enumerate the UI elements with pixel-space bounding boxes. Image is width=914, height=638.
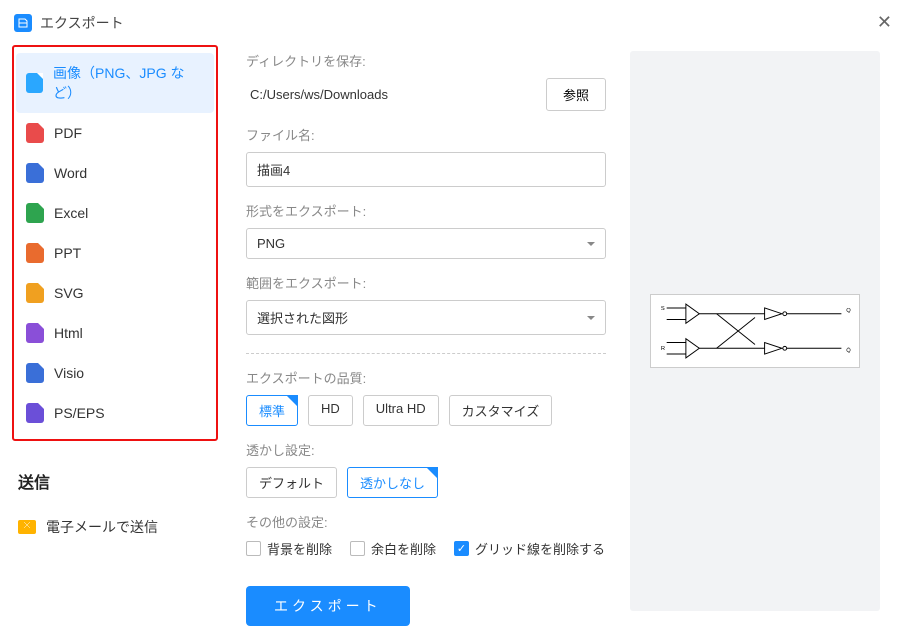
file-icon	[26, 283, 44, 303]
chevron-down-icon	[587, 242, 595, 250]
quality-HD[interactable]: HD	[308, 395, 353, 426]
checkbox-icon: ✓	[454, 541, 469, 556]
svg-text:Q̄: Q̄	[846, 347, 851, 354]
checkbox-icon	[350, 541, 365, 556]
svg-text:Q: Q	[846, 308, 851, 314]
format-item-3[interactable]: Excel	[16, 193, 214, 233]
file-icon	[26, 123, 44, 143]
directory-path: C:/Users/ws/Downloads	[246, 87, 536, 102]
format-item-label: PPT	[54, 245, 81, 261]
range-label: 範囲をエクスポート:	[246, 273, 606, 292]
browse-button[interactable]: 参照	[546, 78, 606, 111]
send-email-label: 電子メールで送信	[46, 517, 158, 537]
close-button[interactable]: ✕	[869, 8, 900, 37]
remove-bg-check[interactable]: 背景を削除	[246, 539, 332, 558]
format-label: 形式をエクスポート:	[246, 201, 606, 220]
format-item-label: SVG	[54, 285, 84, 301]
format-item-label: Html	[54, 325, 83, 341]
separator	[246, 353, 606, 354]
app-icon	[14, 14, 32, 32]
checkbox-icon	[246, 541, 261, 556]
watermark-label: 透かし設定:	[246, 440, 606, 459]
format-item-label: PDF	[54, 125, 82, 141]
format-item-1[interactable]: PDF	[16, 113, 214, 153]
format-item-8[interactable]: PS/EPS	[16, 393, 214, 433]
svg-text:R: R	[661, 346, 665, 352]
format-item-label: Word	[54, 165, 87, 181]
titlebar: エクスポート ✕	[0, 0, 914, 45]
format-item-6[interactable]: Html	[16, 313, 214, 353]
dialog-title: エクスポート	[40, 13, 124, 33]
directory-label: ディレクトリを保存:	[246, 51, 606, 70]
filename-input[interactable]: 描画4	[246, 152, 606, 187]
format-item-label: Excel	[54, 205, 88, 221]
format-item-5[interactable]: SVG	[16, 273, 214, 313]
format-item-0[interactable]: 画像（PNG、JPG など）	[16, 53, 214, 113]
remove-grid-check[interactable]: ✓グリッド線を削除する	[454, 539, 605, 558]
format-select[interactable]: PNG	[246, 228, 606, 259]
watermark-1[interactable]: 透かしなし	[347, 467, 438, 498]
format-item-2[interactable]: Word	[16, 153, 214, 193]
format-item-7[interactable]: Visio	[16, 353, 214, 393]
format-item-4[interactable]: PPT	[16, 233, 214, 273]
file-icon	[26, 243, 44, 263]
remove-margin-check[interactable]: 余白を削除	[350, 539, 436, 558]
format-item-label: PS/EPS	[54, 405, 105, 421]
send-heading: 送信	[18, 469, 218, 493]
quality-label: エクスポートの品質:	[246, 368, 606, 387]
watermark-0[interactable]: デフォルト	[246, 467, 337, 498]
format-item-label: Visio	[54, 365, 84, 381]
mail-icon	[18, 520, 36, 534]
form-column: ディレクトリを保存: C:/Users/ws/Downloads 参照 ファイル…	[246, 45, 606, 626]
preview-panel: S R Q Q̄	[630, 51, 880, 611]
preview-image: S R Q Q̄	[650, 294, 860, 368]
export-button[interactable]: エクスポート	[246, 586, 410, 626]
sidebar: 画像（PNG、JPG など） PDF Word Excel PPT SVG Html Visi…	[12, 45, 218, 626]
quality-カスタマイズ[interactable]: カスタマイズ	[449, 395, 553, 426]
file-icon	[26, 403, 44, 423]
file-icon	[26, 363, 44, 383]
format-list: 画像（PNG、JPG など） PDF Word Excel PPT SVG Html Visi…	[12, 45, 218, 441]
range-select[interactable]: 選択された図形	[246, 300, 606, 335]
filename-label: ファイル名:	[246, 125, 606, 144]
file-icon	[26, 163, 44, 183]
other-label: その他の設定:	[246, 512, 606, 531]
file-icon	[26, 73, 43, 93]
format-item-label: 画像（PNG、JPG など）	[53, 63, 204, 103]
svg-text:S: S	[661, 306, 665, 312]
chevron-down-icon	[587, 316, 595, 324]
quality-Ultra HD[interactable]: Ultra HD	[363, 395, 439, 426]
file-icon	[26, 203, 44, 223]
quality-標準[interactable]: 標準	[246, 395, 298, 426]
send-email-item[interactable]: 電子メールで送信	[12, 507, 218, 547]
file-icon	[26, 323, 44, 343]
